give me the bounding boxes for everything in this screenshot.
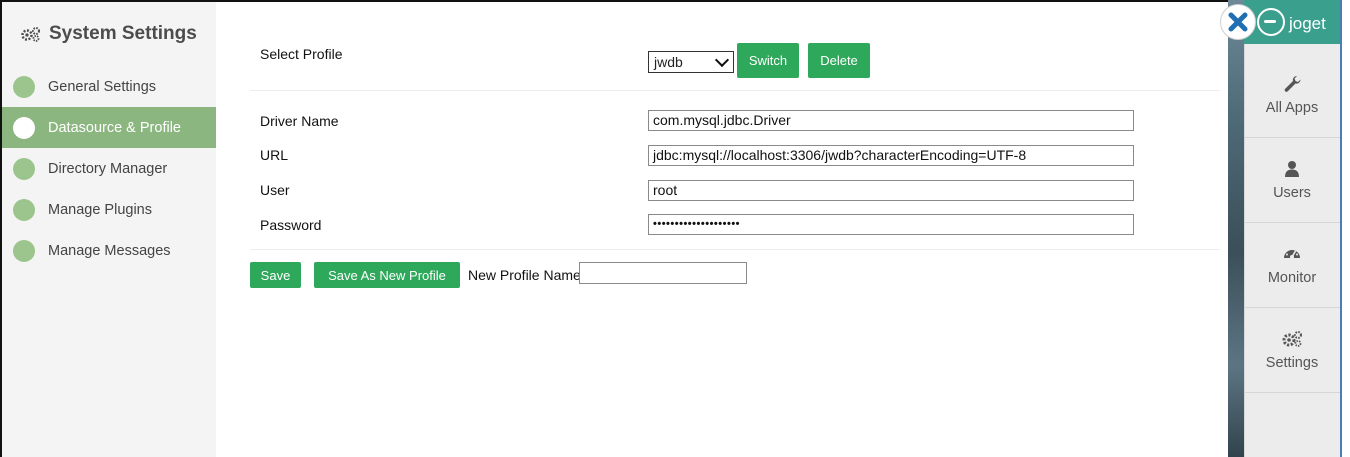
bullet-icon [13, 116, 35, 139]
wrench-icon [1284, 75, 1301, 92]
password-label: Password [260, 217, 322, 233]
close-icon [1228, 12, 1248, 32]
background-image [1228, 0, 1244, 457]
chevron-down-icon [714, 52, 730, 67]
sidebar-title: System Settings [2, 2, 216, 66]
sidebar-item-label: Datasource & Profile [48, 119, 181, 136]
url-label: URL [260, 147, 289, 163]
select-profile-label: Select Profile [260, 46, 343, 62]
new-profile-name-label: New Profile Name [468, 267, 581, 283]
save-button[interactable]: Save [250, 262, 301, 288]
sidebar-item-datasource-profile[interactable]: Datasource & Profile [2, 107, 216, 148]
save-as-new-profile-button[interactable]: Save As New Profile [314, 262, 460, 288]
sidebar-item-general-settings[interactable]: General Settings [2, 66, 216, 107]
gears-icon [1282, 331, 1302, 347]
gears-icon [21, 27, 40, 42]
bullet-icon [13, 198, 35, 221]
dock-item-label: All Apps [1265, 100, 1319, 116]
dashboard-icon [1284, 250, 1300, 259]
dock-item-label: Users [1273, 185, 1311, 201]
delete-button[interactable]: Delete [808, 43, 870, 78]
driver-name-label: Driver Name [260, 113, 339, 129]
profile-select[interactable]: jwdb [648, 51, 734, 73]
url-field[interactable]: jdbc:mysql://localhost:3306/jwdb?charact… [648, 145, 1134, 166]
switch-button[interactable]: Switch [737, 43, 799, 78]
new-profile-name-field[interactable] [579, 262, 747, 284]
user-field[interactable]: root [648, 180, 1134, 201]
sidebar-item-label: Directory Manager [48, 160, 168, 177]
close-button[interactable] [1220, 4, 1256, 40]
driver-name-field[interactable]: com.mysql.jdbc.Driver [648, 110, 1134, 131]
profile-select-value: jwdb [654, 54, 683, 70]
dock-item-label: Settings [1265, 355, 1319, 371]
user-icon [1285, 161, 1299, 177]
bullet-icon [13, 157, 35, 180]
joget-e-icon [1257, 8, 1285, 36]
dock-item-all-apps[interactable]: All Apps [1244, 53, 1340, 138]
dock-item-label: Monitor [1267, 270, 1317, 286]
dock-item-users[interactable]: Users [1244, 138, 1340, 223]
settings-sidebar: System Settings General Settings Datasou… [2, 2, 216, 457]
sidebar-title-text: System Settings [49, 23, 197, 44]
brand-name: joget [1289, 14, 1326, 33]
dock-item-settings[interactable]: Settings [1244, 308, 1340, 393]
sidebar-item-label: General Settings [48, 78, 157, 95]
divider [250, 249, 1220, 250]
user-label: User [260, 182, 290, 198]
bullet-icon [13, 75, 35, 98]
sidebar-item-manage-plugins[interactable]: Manage Plugins [2, 189, 216, 230]
sidebar-item-label: Manage Messages [48, 242, 171, 259]
dock-item-monitor[interactable]: Monitor [1244, 223, 1340, 308]
bullet-icon [13, 239, 35, 262]
password-field[interactable]: •••••••••••••••••••• [648, 214, 1134, 235]
sidebar-item-label: Manage Plugins [48, 201, 152, 218]
sidebar-item-manage-messages[interactable]: Manage Messages [2, 230, 216, 271]
divider [250, 90, 1220, 91]
dock-edge [1340, 0, 1350, 457]
datasource-profile-panel: Select Profile jwdb Switch Delete Driver… [216, 2, 1228, 457]
sidebar-item-directory-manager[interactable]: Directory Manager [2, 148, 216, 189]
